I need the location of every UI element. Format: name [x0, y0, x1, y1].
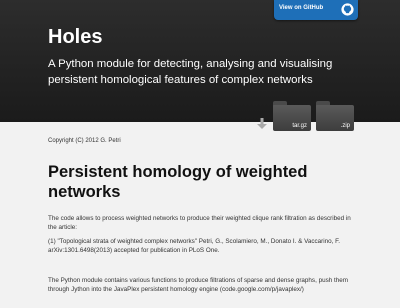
project-tagline: A Python module for detecting, analysing… — [48, 58, 333, 86]
copyright-text: Copyright (C) 2012 G. Petri — [48, 138, 121, 144]
download-zip-button[interactable]: .zip — [316, 101, 354, 131]
project-title: Holes — [48, 26, 103, 48]
view-on-github-button[interactable]: View on GitHub — [274, 0, 358, 20]
download-tar-gz-button[interactable]: tar.gz — [273, 101, 311, 131]
download-zip-label: .zip — [340, 123, 350, 129]
download-tar-gz-label: tar.gz — [292, 123, 307, 129]
github-octocat-icon — [341, 3, 354, 16]
section-heading: Persistent homology of weighted networks — [48, 163, 308, 201]
view-on-github-label: View on GitHub — [279, 5, 324, 11]
paragraph-intro: The code allows to process weighted netw… — [48, 215, 351, 231]
paragraph-module: The Python module contains various funct… — [48, 277, 348, 293]
download-arrow-icon — [257, 118, 267, 129]
paragraph-reference: (1) "Topological strata of weighted comp… — [48, 238, 341, 254]
